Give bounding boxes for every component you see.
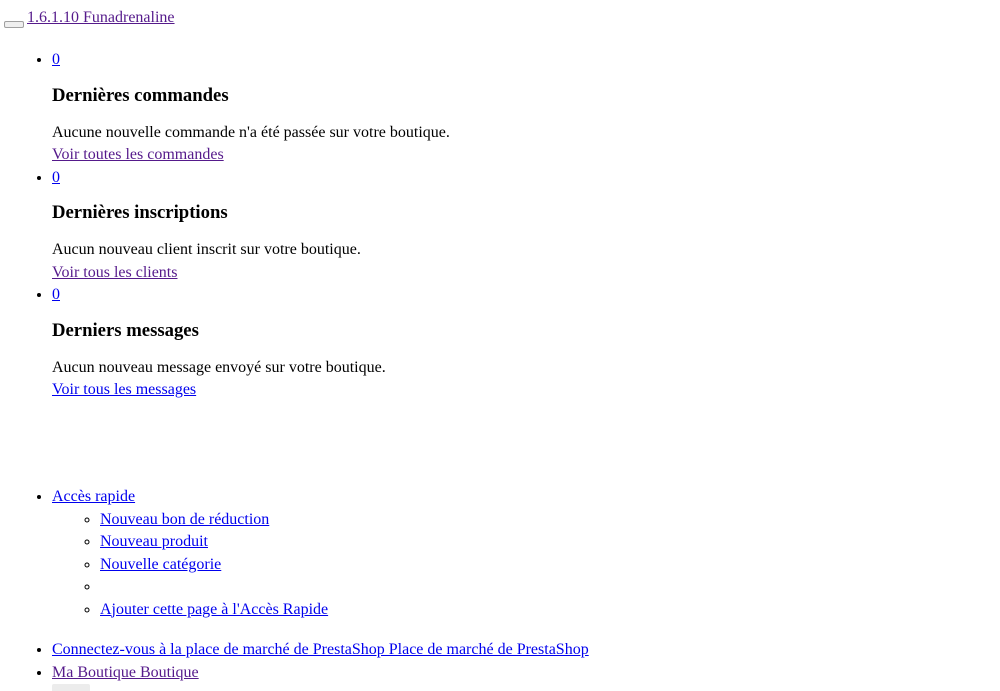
- quick-access-item: Accès rapide Nouveau bon de réduction No…: [52, 486, 992, 621]
- customers-message: Aucun nouveau client inscrit sur votre b…: [52, 241, 361, 258]
- shop-item: Ma Boutique Boutique: [52, 662, 992, 685]
- avatar-image-placeholder: [52, 684, 90, 691]
- customers-count-link[interactable]: 0: [52, 169, 60, 186]
- messages-title: Derniers messages: [52, 319, 199, 341]
- quick-access-subitem: Nouvelle catégorie: [100, 554, 992, 577]
- quick-access-divider: [100, 576, 992, 599]
- header-bar: 1.6.1.10 Funadrenaline: [4, 7, 175, 29]
- notifications-list: 0 Dernières commandes Aucune nouvelle co…: [0, 49, 992, 402]
- messages-message: Aucun nouveau message envoyé sur votre b…: [52, 358, 386, 376]
- new-category-link[interactable]: Nouvelle catégorie: [100, 556, 221, 573]
- menu-toggle-button[interactable]: [4, 20, 24, 28]
- quick-access-subitem: Ajouter cette page à l'Accès Rapide: [100, 599, 992, 622]
- new-voucher-link[interactable]: Nouveau bon de réduction: [100, 511, 269, 528]
- notification-customers: 0 Dernières inscriptions Aucun nouveau c…: [52, 167, 992, 285]
- new-product-link[interactable]: Nouveau produit: [100, 533, 208, 550]
- marketplace-item: Connectez-vous à la place de marché de P…: [52, 639, 992, 662]
- footer-links-list: Connectez-vous à la place de marché de P…: [0, 639, 992, 684]
- quick-access-link[interactable]: Accès rapide: [52, 488, 135, 505]
- version-link[interactable]: 1.6.1.10 Funadrenaline: [27, 7, 175, 30]
- customers-title: Dernières inscriptions: [52, 202, 228, 223]
- view-all-customers-link[interactable]: Voir tous les clients: [52, 264, 177, 281]
- shop-link[interactable]: Ma Boutique Boutique: [52, 664, 199, 681]
- marketplace-link[interactable]: Connectez-vous à la place de marché de P…: [52, 641, 589, 658]
- quick-access-subitem: Nouveau bon de réduction: [100, 509, 992, 532]
- view-all-orders-link[interactable]: Voir toutes les commandes: [52, 146, 224, 163]
- quick-access-subitem: Nouveau produit: [100, 531, 992, 554]
- quick-access-list: Accès rapide Nouveau bon de réduction No…: [0, 486, 992, 621]
- orders-message: Aucune nouvelle commande n'a été passée …: [52, 123, 450, 141]
- messages-count-link[interactable]: 0: [52, 286, 60, 303]
- notification-messages: 0 Derniers messages Aucun nouveau messag…: [52, 284, 992, 402]
- orders-title: Dernières commandes: [52, 84, 229, 106]
- notification-orders: 0 Dernières commandes Aucune nouvelle co…: [52, 49, 992, 167]
- view-all-messages-link[interactable]: Voir tous les messages: [52, 381, 196, 398]
- add-to-quick-access-link[interactable]: Ajouter cette page à l'Accès Rapide: [100, 601, 328, 618]
- quick-access-submenu: Nouveau bon de réduction Nouveau produit…: [52, 509, 992, 622]
- orders-count-link[interactable]: 0: [52, 51, 60, 68]
